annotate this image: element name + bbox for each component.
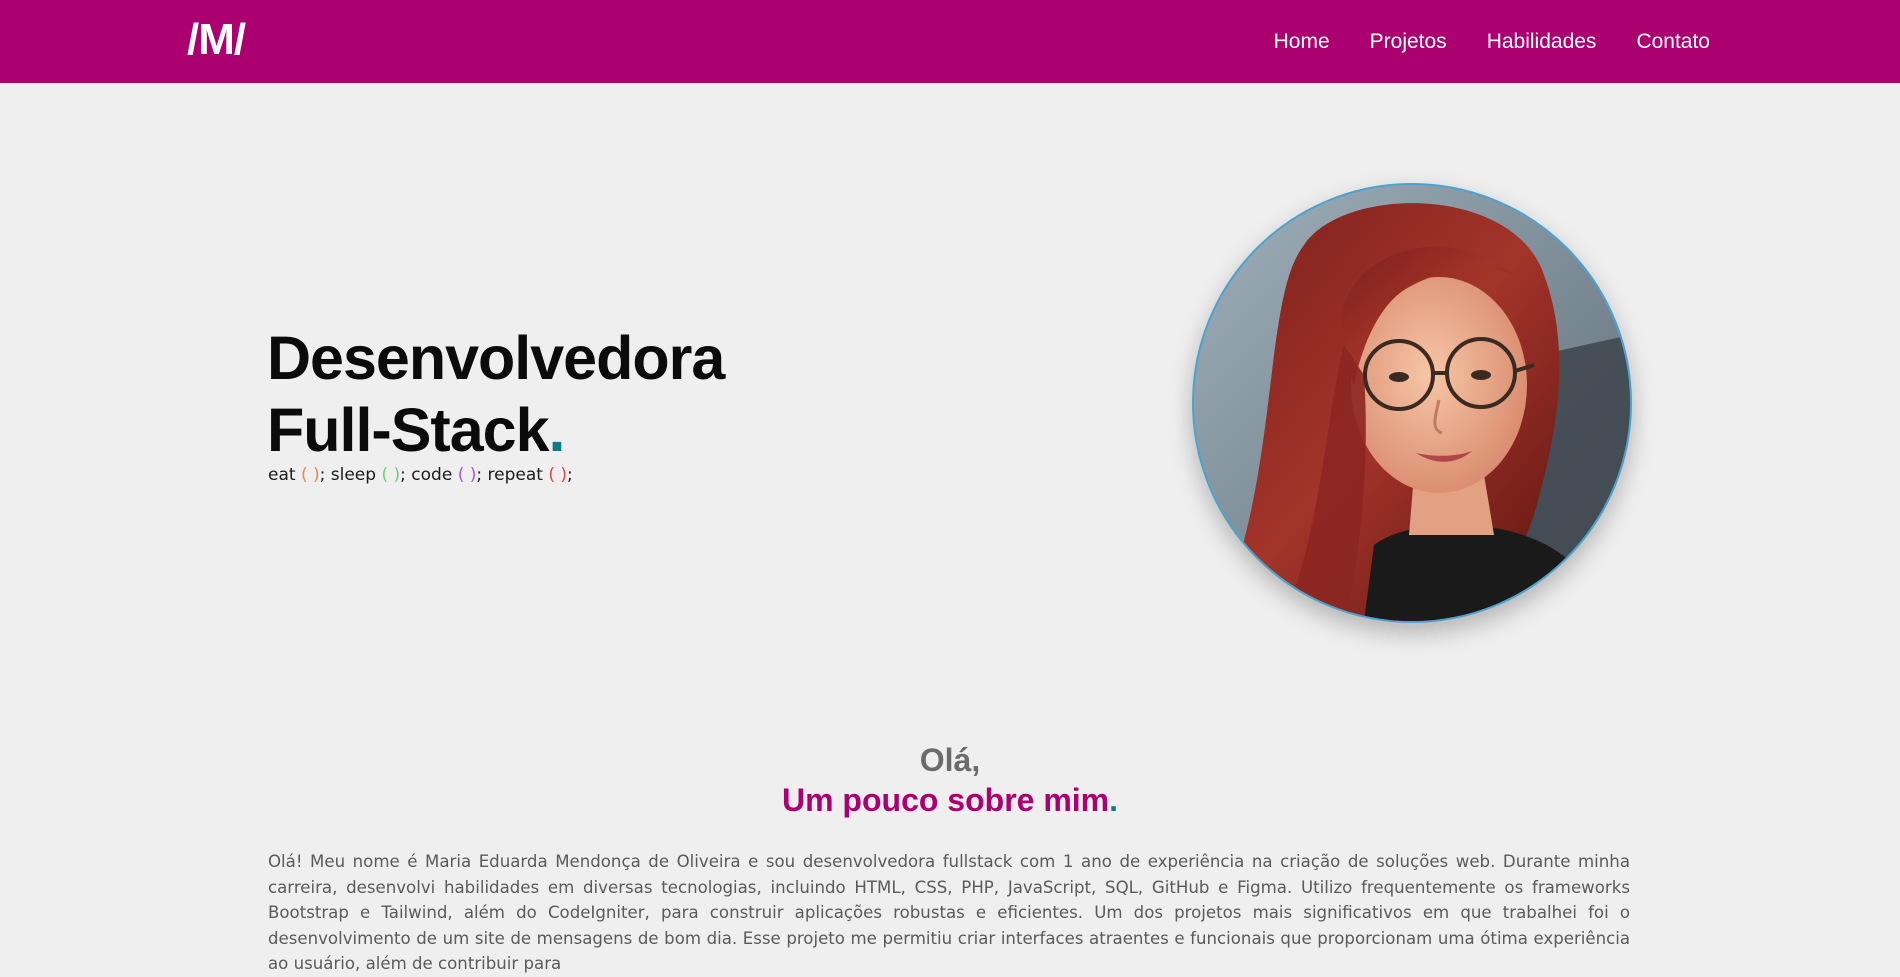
tagline-parens-sleep: ( )	[381, 465, 401, 485]
profile-photo	[1192, 183, 1632, 623]
about-subtitle: Um pouco sobre mim.	[0, 778, 1900, 822]
nav-item-projetos: Projetos	[1370, 30, 1447, 54]
hero-tagline: eat ( ); sleep ( ); code ( ); repeat ( )…	[268, 462, 573, 488]
hero-title-dot: .	[548, 396, 566, 464]
navbar: /M/ Home Projetos Habilidades Contato	[0, 0, 1900, 83]
tagline-parens-eat: ( )	[300, 465, 320, 485]
tagline-eat: eat	[268, 465, 296, 485]
about-paragraph: Olá! Meu nome é Maria Eduarda Mendonça d…	[268, 852, 1630, 973]
hero-title: Desenvolvedora Full-Stack.	[267, 322, 725, 466]
tagline-sleep: sleep	[330, 465, 377, 485]
tagline-parens-repeat: ( )	[548, 465, 567, 485]
tagline-repeat: repeat	[487, 465, 543, 485]
nav-item-contato: Contato	[1636, 30, 1710, 54]
nav-link-habilidades[interactable]: Habilidades	[1487, 30, 1597, 53]
about-greeting: Olá,	[919, 742, 981, 778]
about-subtitle-text: Um pouco sobre mim	[781, 782, 1110, 818]
hero-title-line2: Full-Stack	[267, 396, 550, 464]
tagline-code: code	[411, 465, 453, 485]
profile-photo-illustration	[1194, 185, 1630, 621]
nav-item-home: Home	[1274, 30, 1330, 54]
tagline-sep-4: ;	[567, 465, 573, 485]
nav-link-contato[interactable]: Contato	[1636, 30, 1710, 53]
nav-link-home[interactable]: Home	[1274, 30, 1330, 53]
tagline-sep-1: ;	[319, 465, 326, 485]
nav-item-habilidades: Habilidades	[1487, 30, 1597, 54]
tagline-parens-code: ( )	[457, 465, 477, 485]
about-subtitle-dot: .	[1109, 782, 1119, 818]
tagline-sep-3: ;	[476, 465, 483, 485]
nav-link-projetos[interactable]: Projetos	[1370, 30, 1447, 53]
main-nav: Home Projetos Habilidades Contato	[1274, 0, 1710, 83]
hero-title-line1: Desenvolvedora	[267, 324, 725, 392]
logo-link[interactable]: /M/	[187, 14, 246, 66]
tagline-sep-2: ;	[400, 465, 406, 485]
